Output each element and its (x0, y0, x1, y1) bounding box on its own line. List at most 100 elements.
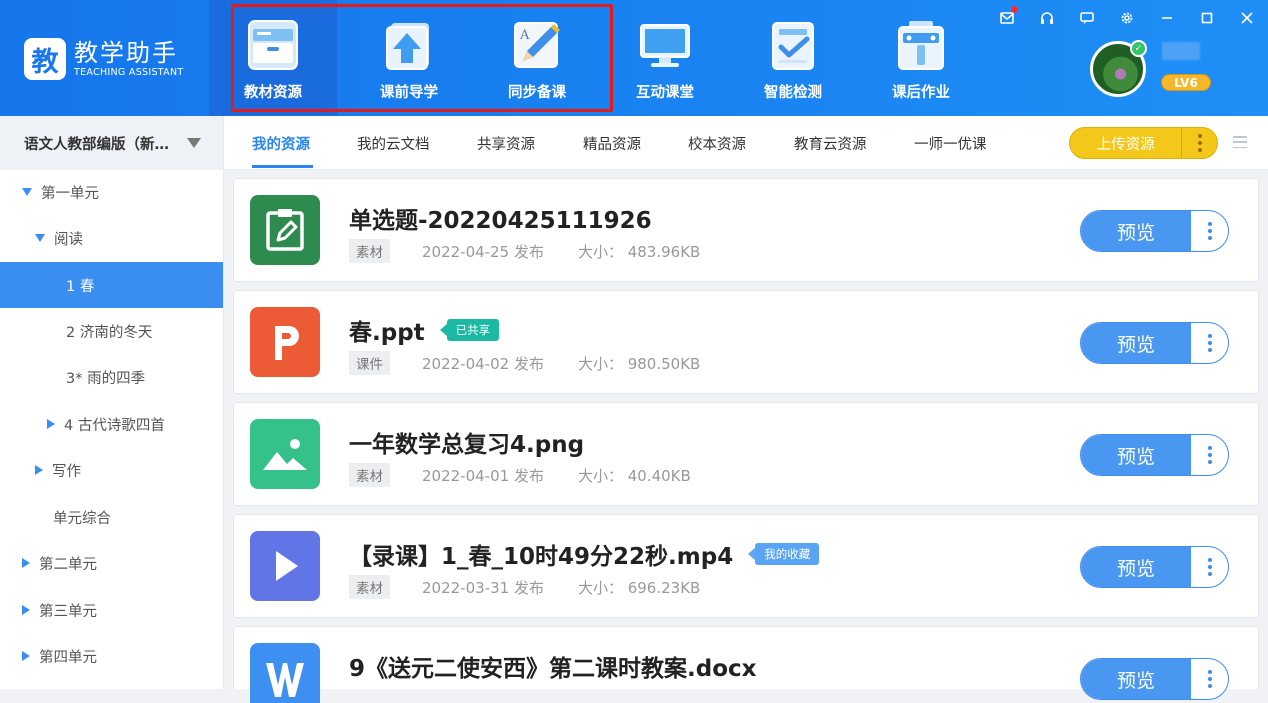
tree-unit-4[interactable]: 第四单元 (0, 633, 223, 679)
settings-icon[interactable] (1117, 8, 1137, 28)
tab-one-teacher-one-lesson[interactable]: 一师一优课 (914, 116, 987, 170)
file-type-tag: 素材 (349, 239, 390, 263)
more-vertical-icon (1207, 558, 1212, 576)
tree-item-label: 第四单元 (39, 649, 97, 666)
active-tab-indicator (252, 165, 313, 168)
nav-label: 课后作业 (892, 85, 950, 101)
nav-label: 课前导学 (380, 85, 438, 101)
upload-resource-button[interactable]: 上传资源 (1070, 133, 1181, 154)
tab-shared-resources[interactable]: 共享资源 (477, 116, 535, 170)
tab-edu-cloud-resources[interactable]: 教育云资源 (794, 116, 867, 170)
file-card[interactable]: 9《送元二使安西》第二课时教案.docx 预览 (233, 626, 1259, 703)
file-meta: 素材 2022-03-31 发布 大小： 696.23KB (349, 575, 700, 599)
tree-item-label: 4 古代诗歌四首 (64, 417, 165, 434)
expand-right-icon (22, 605, 30, 615)
logo-mark: 教 (24, 38, 66, 80)
preview-group: 预览 (1080, 434, 1229, 476)
tree-item-label: 第一单元 (41, 185, 99, 202)
notification-dot (1011, 6, 1018, 13)
textbook-version-select[interactable]: 语文人教部编版（新… (0, 116, 223, 170)
preview-button[interactable]: 预览 (1081, 547, 1191, 587)
file-meta: 课件 2022-04-02 发布 大小： 980.50KB (349, 351, 700, 375)
upload-more-button[interactable] (1181, 128, 1217, 158)
tree-lesson-4[interactable]: 4 古代诗歌四首 (0, 401, 223, 447)
expand-right-icon (22, 651, 30, 661)
preview-more-button[interactable] (1191, 659, 1228, 699)
tree-lesson-2[interactable]: 2 济南的冬天 (0, 308, 223, 354)
username-blurred (1162, 42, 1200, 60)
tab-premium-resources[interactable]: 精品资源 (583, 116, 641, 170)
file-date: 2022-03-31 发布 (422, 578, 544, 597)
preview-group: 预览 (1080, 546, 1229, 588)
preview-button[interactable]: 预览 (1081, 659, 1191, 699)
tree-item-label: 第三单元 (39, 603, 97, 620)
file-meta: 素材 2022-04-01 发布 大小： 40.40KB (349, 463, 691, 487)
file-title: 【录课】1_春_10时49分22秒.mp4 我的收藏 (349, 537, 820, 571)
app-name: 教学助手 (74, 39, 178, 67)
file-size: 大小： 980.50KB (577, 354, 701, 373)
preview-button[interactable]: 预览 (1081, 211, 1191, 251)
expand-right-icon (22, 558, 30, 568)
resource-tab-bar: 我的资源 我的云文档 共享资源 精品资源 校本资源 教育云资源 一师一优课 上传… (224, 116, 1268, 170)
expand-down-icon (22, 188, 32, 196)
verified-check-icon: ✓ (1130, 40, 1147, 57)
list-menu-icon[interactable] (1233, 136, 1247, 148)
more-vertical-icon (1207, 670, 1212, 688)
file-card[interactable]: 单选题-20220425111926 素材 2022-04-25 发布 大小： … (233, 178, 1259, 282)
nav-preclass-guide[interactable]: 课前导学 (345, 0, 473, 116)
nav-homework[interactable]: 课后作业 (857, 0, 985, 116)
file-title: 9《送元二使安西》第二课时教案.docx (349, 656, 757, 682)
file-card[interactable]: 一年数学总复习4.png 素材 2022-04-01 发布 大小： 40.40K… (233, 402, 1259, 506)
tree-unit-1[interactable]: 第一单元 (0, 169, 223, 215)
nav-lesson-prep[interactable]: A 同步备课 (473, 0, 601, 116)
expand-right-icon (47, 419, 55, 429)
maximize-icon[interactable] (1197, 8, 1217, 28)
avatar[interactable]: ✓ (1090, 40, 1147, 97)
nav-label: 同步备课 (508, 85, 566, 101)
preview-group: 预览 (1080, 658, 1229, 700)
file-card[interactable]: 【录课】1_春_10时49分22秒.mp4 我的收藏 素材 2022-03-31 … (233, 514, 1259, 618)
tree-item-label: 写作 (52, 463, 81, 480)
tab-school-resources[interactable]: 校本资源 (688, 116, 746, 170)
preview-group: 预览 (1080, 322, 1229, 364)
nav-smart-test[interactable]: 智能检测 (729, 0, 857, 116)
upload-resource-group: 上传资源 (1069, 127, 1218, 159)
smart-test-icon (772, 22, 814, 70)
tree-writing[interactable]: 写作 (0, 447, 223, 493)
preview-button[interactable]: 预览 (1081, 435, 1191, 475)
nav-label: 互动课堂 (636, 85, 694, 101)
video-file-icon (250, 531, 320, 601)
chat-icon[interactable] (1077, 8, 1097, 28)
chapter-tree-panel: 语文人教部编版（新… 第一单元 阅读 1 春 2 济南的冬天 3* 雨的四季 4… (0, 116, 224, 689)
minimize-icon[interactable] (1157, 8, 1177, 28)
file-title: 一年数学总复习4.png (349, 432, 585, 458)
tree-lesson-1[interactable]: 1 春 (0, 262, 223, 308)
nav-textbook-resources[interactable]: 教材资源 (209, 0, 337, 116)
tree-lesson-3[interactable]: 3* 雨的四季 (0, 354, 223, 400)
ppt-file-icon (250, 307, 320, 377)
preview-button[interactable]: 预览 (1081, 323, 1191, 363)
preview-more-button[interactable] (1191, 211, 1228, 251)
tab-my-resources[interactable]: 我的资源 (252, 116, 310, 170)
tree-reading[interactable]: 阅读 (0, 215, 223, 261)
preview-more-button[interactable] (1191, 547, 1228, 587)
svg-text:A: A (519, 28, 530, 43)
preview-more-button[interactable] (1191, 323, 1228, 363)
level-badge: LV6 (1161, 74, 1211, 91)
preview-more-button[interactable] (1191, 435, 1228, 475)
close-icon[interactable] (1237, 8, 1257, 28)
file-type-tag: 素材 (349, 575, 390, 599)
file-card[interactable]: 春.ppt 已共享 课件 2022-04-02 发布 大小： 980.50KB 预… (233, 290, 1259, 394)
tree-unit-2[interactable]: 第二单元 (0, 540, 223, 586)
headset-icon[interactable] (1037, 8, 1057, 28)
nav-interactive-class[interactable]: 互动课堂 (601, 0, 729, 116)
image-file-icon (250, 419, 320, 489)
more-vertical-icon (1207, 334, 1212, 352)
expand-right-icon (35, 465, 43, 475)
tree-item-label: 第二单元 (39, 556, 97, 573)
lesson-prep-icon: A (514, 22, 560, 68)
file-size: 大小： 696.23KB (577, 578, 701, 597)
tree-unit-3[interactable]: 第三单元 (0, 587, 223, 633)
tab-my-cloud-docs[interactable]: 我的云文档 (357, 116, 430, 170)
tree-unit-summary[interactable]: 单元综合 (0, 494, 223, 540)
